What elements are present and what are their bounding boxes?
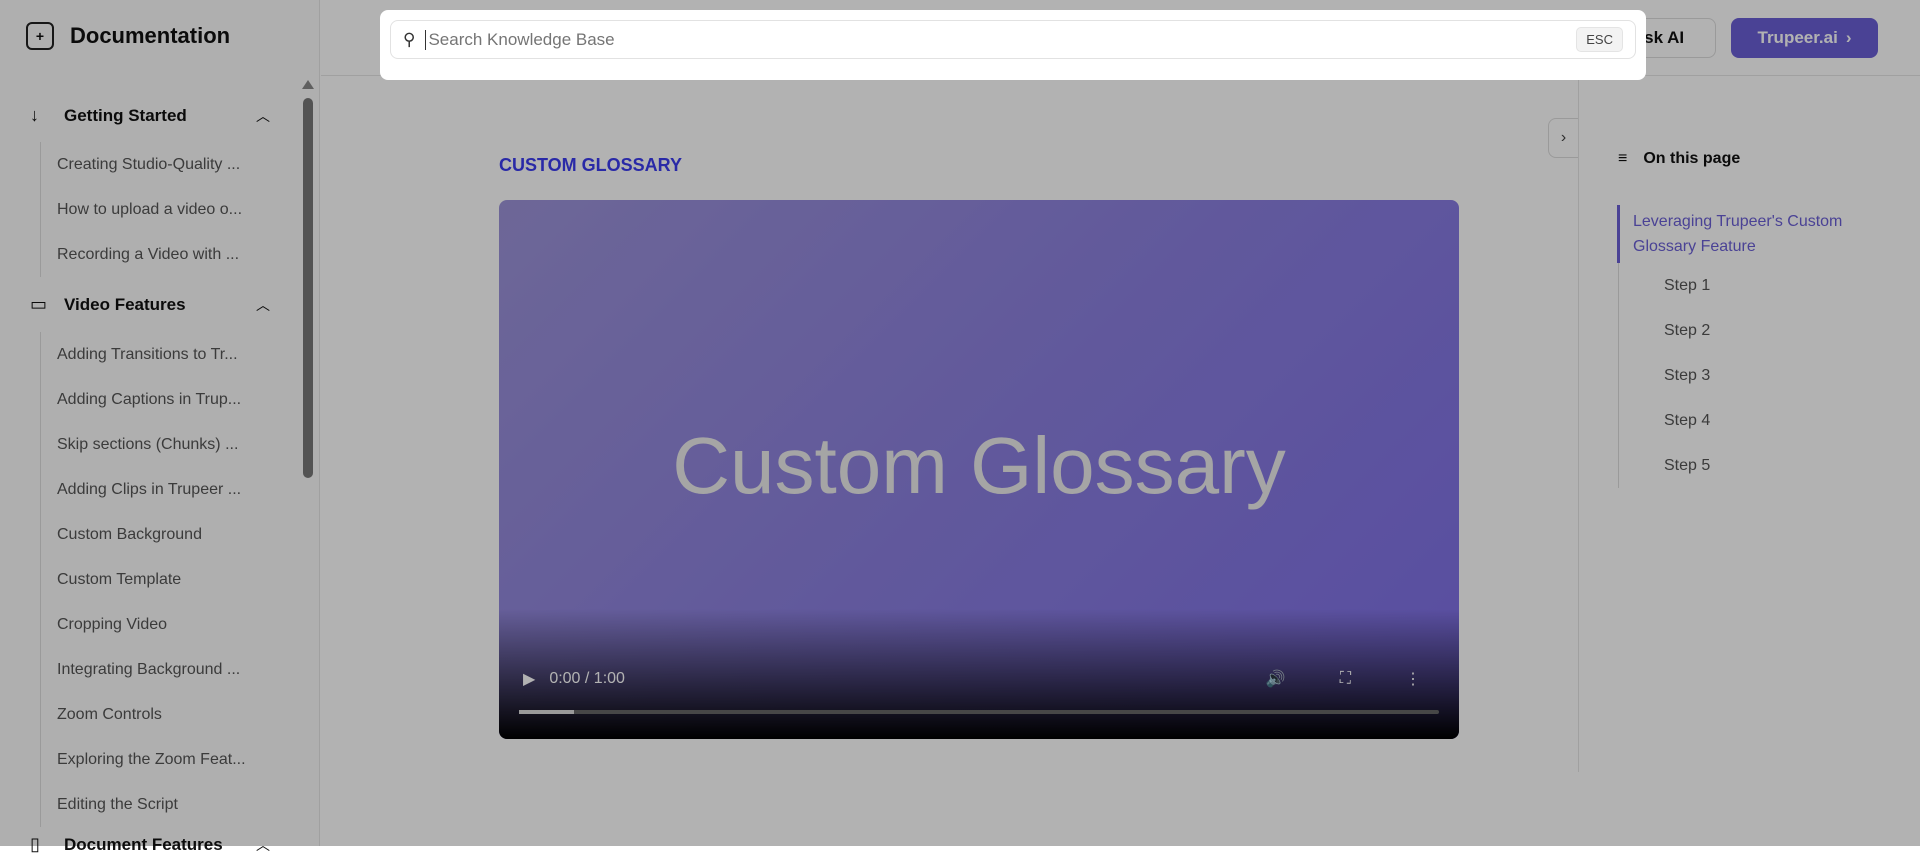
search-modal: ⚲ ESC — [380, 10, 1646, 80]
search-box: ⚲ ESC — [390, 20, 1636, 59]
search-input[interactable] — [425, 29, 1577, 50]
search-icon: ⚲ — [403, 29, 416, 49]
esc-key-hint[interactable]: ESC — [1576, 27, 1623, 52]
modal-backdrop[interactable] — [0, 0, 1920, 846]
